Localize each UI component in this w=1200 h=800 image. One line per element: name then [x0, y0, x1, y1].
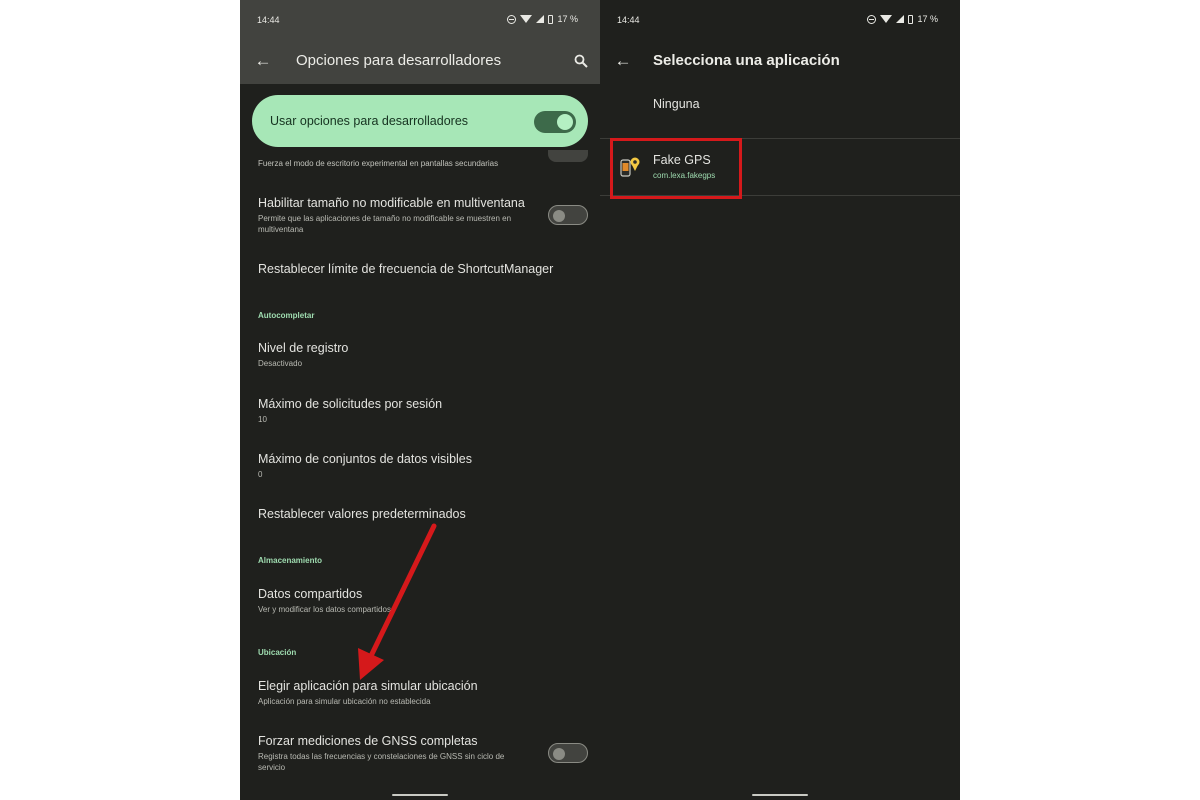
- status-bar: 14:44 17 %: [240, 0, 600, 40]
- select-app-screen: 14:44 17 % ← Selecciona una aplicación N…: [600, 0, 960, 800]
- back-arrow-icon[interactable]: ←: [254, 52, 272, 70]
- back-arrow-icon[interactable]: ←: [614, 52, 632, 70]
- master-toggle-label: Usar opciones para desarrolladores: [270, 114, 469, 128]
- status-icons: 17 %: [867, 14, 938, 24]
- section-header-storage: Almacenamiento: [258, 556, 323, 565]
- highlight-box: [610, 138, 742, 199]
- page-title: Selecciona una aplicación: [653, 52, 840, 69]
- partial-setting-text: Fuerza el modo de escritorio experimenta…: [258, 159, 499, 168]
- do-not-disturb-icon: [507, 14, 517, 24]
- setting-log-level[interactable]: Nivel de registro Desactivado: [258, 341, 528, 369]
- wifi-icon: [880, 15, 893, 23]
- app-bar: ← Opciones para desarrolladores: [240, 40, 600, 84]
- setting-subtitle: Permite que las aplicaciones de tamaño n…: [258, 214, 512, 234]
- setting-subtitle: Aplicación para simular ubicación no est…: [258, 697, 431, 706]
- setting-reset-shortcutmanager[interactable]: Restablecer límite de frecuencia de Shor…: [258, 262, 554, 277]
- option-none[interactable]: Ninguna: [653, 97, 700, 111]
- multiwindow-toggle-switch[interactable]: [548, 205, 588, 225]
- section-header-autofill: Autocompletar: [258, 311, 315, 320]
- setting-subtitle: Desactivado: [258, 359, 303, 368]
- setting-subtitle: Registra todas las frecuencias y constel…: [258, 752, 505, 772]
- battery-percent: 17 %: [557, 14, 578, 24]
- page-title: Opciones para desarrolladores: [296, 52, 502, 69]
- master-toggle-switch[interactable]: [534, 111, 576, 133]
- setting-title: Restablecer límite de frecuencia de Shor…: [258, 262, 554, 276]
- setting-title: Nivel de registro: [258, 341, 349, 355]
- setting-mock-location-app[interactable]: Elegir aplicación para simular ubicación…: [258, 679, 528, 707]
- switch-knob: [557, 114, 573, 130]
- gesture-nav-handle[interactable]: [752, 794, 808, 796]
- battery-icon: [908, 14, 914, 24]
- signal-icon: [896, 15, 905, 23]
- battery-icon: [548, 14, 554, 24]
- setting-title: Máximo de solicitudes por sesión: [258, 397, 443, 411]
- partial-switch[interactable]: [548, 150, 588, 162]
- status-time: 14:44: [617, 15, 640, 25]
- status-bar: 14:44 17 %: [600, 0, 960, 40]
- signal-icon: [536, 15, 545, 23]
- setting-max-datasets[interactable]: Máximo de conjuntos de datos visibles 0: [258, 452, 528, 480]
- do-not-disturb-icon: [867, 14, 877, 24]
- setting-max-requests[interactable]: Máximo de solicitudes por sesión 10: [258, 397, 528, 425]
- status-time: 14:44: [257, 15, 280, 25]
- setting-gnss-measurements[interactable]: Forzar mediciones de GNSS completas Regi…: [258, 734, 528, 773]
- app-bar: ← Selecciona una aplicación: [600, 40, 960, 84]
- setting-title: Máximo de conjuntos de datos visibles: [258, 452, 473, 466]
- switch-knob: [553, 748, 565, 760]
- setting-title: Forzar mediciones de GNSS completas: [258, 734, 478, 748]
- battery-percent: 17 %: [917, 14, 938, 24]
- setting-multiwindow-resizable[interactable]: Habilitar tamaño no modificable en multi…: [258, 196, 528, 235]
- status-icons: 17 %: [507, 14, 578, 24]
- developer-options-master-toggle[interactable]: Usar opciones para desarrolladores: [252, 95, 588, 147]
- switch-knob: [553, 210, 565, 222]
- section-header-location: Ubicación: [258, 648, 297, 657]
- setting-title: Habilitar tamaño no modificable en multi…: [258, 196, 525, 210]
- search-icon[interactable]: [574, 54, 588, 68]
- setting-subtitle: 10: [258, 415, 267, 424]
- setting-subtitle: 0: [258, 470, 263, 479]
- gesture-nav-handle[interactable]: [392, 794, 448, 796]
- annotation-arrow: [358, 523, 437, 680]
- wifi-icon: [520, 15, 533, 23]
- gnss-toggle-switch[interactable]: [548, 743, 588, 763]
